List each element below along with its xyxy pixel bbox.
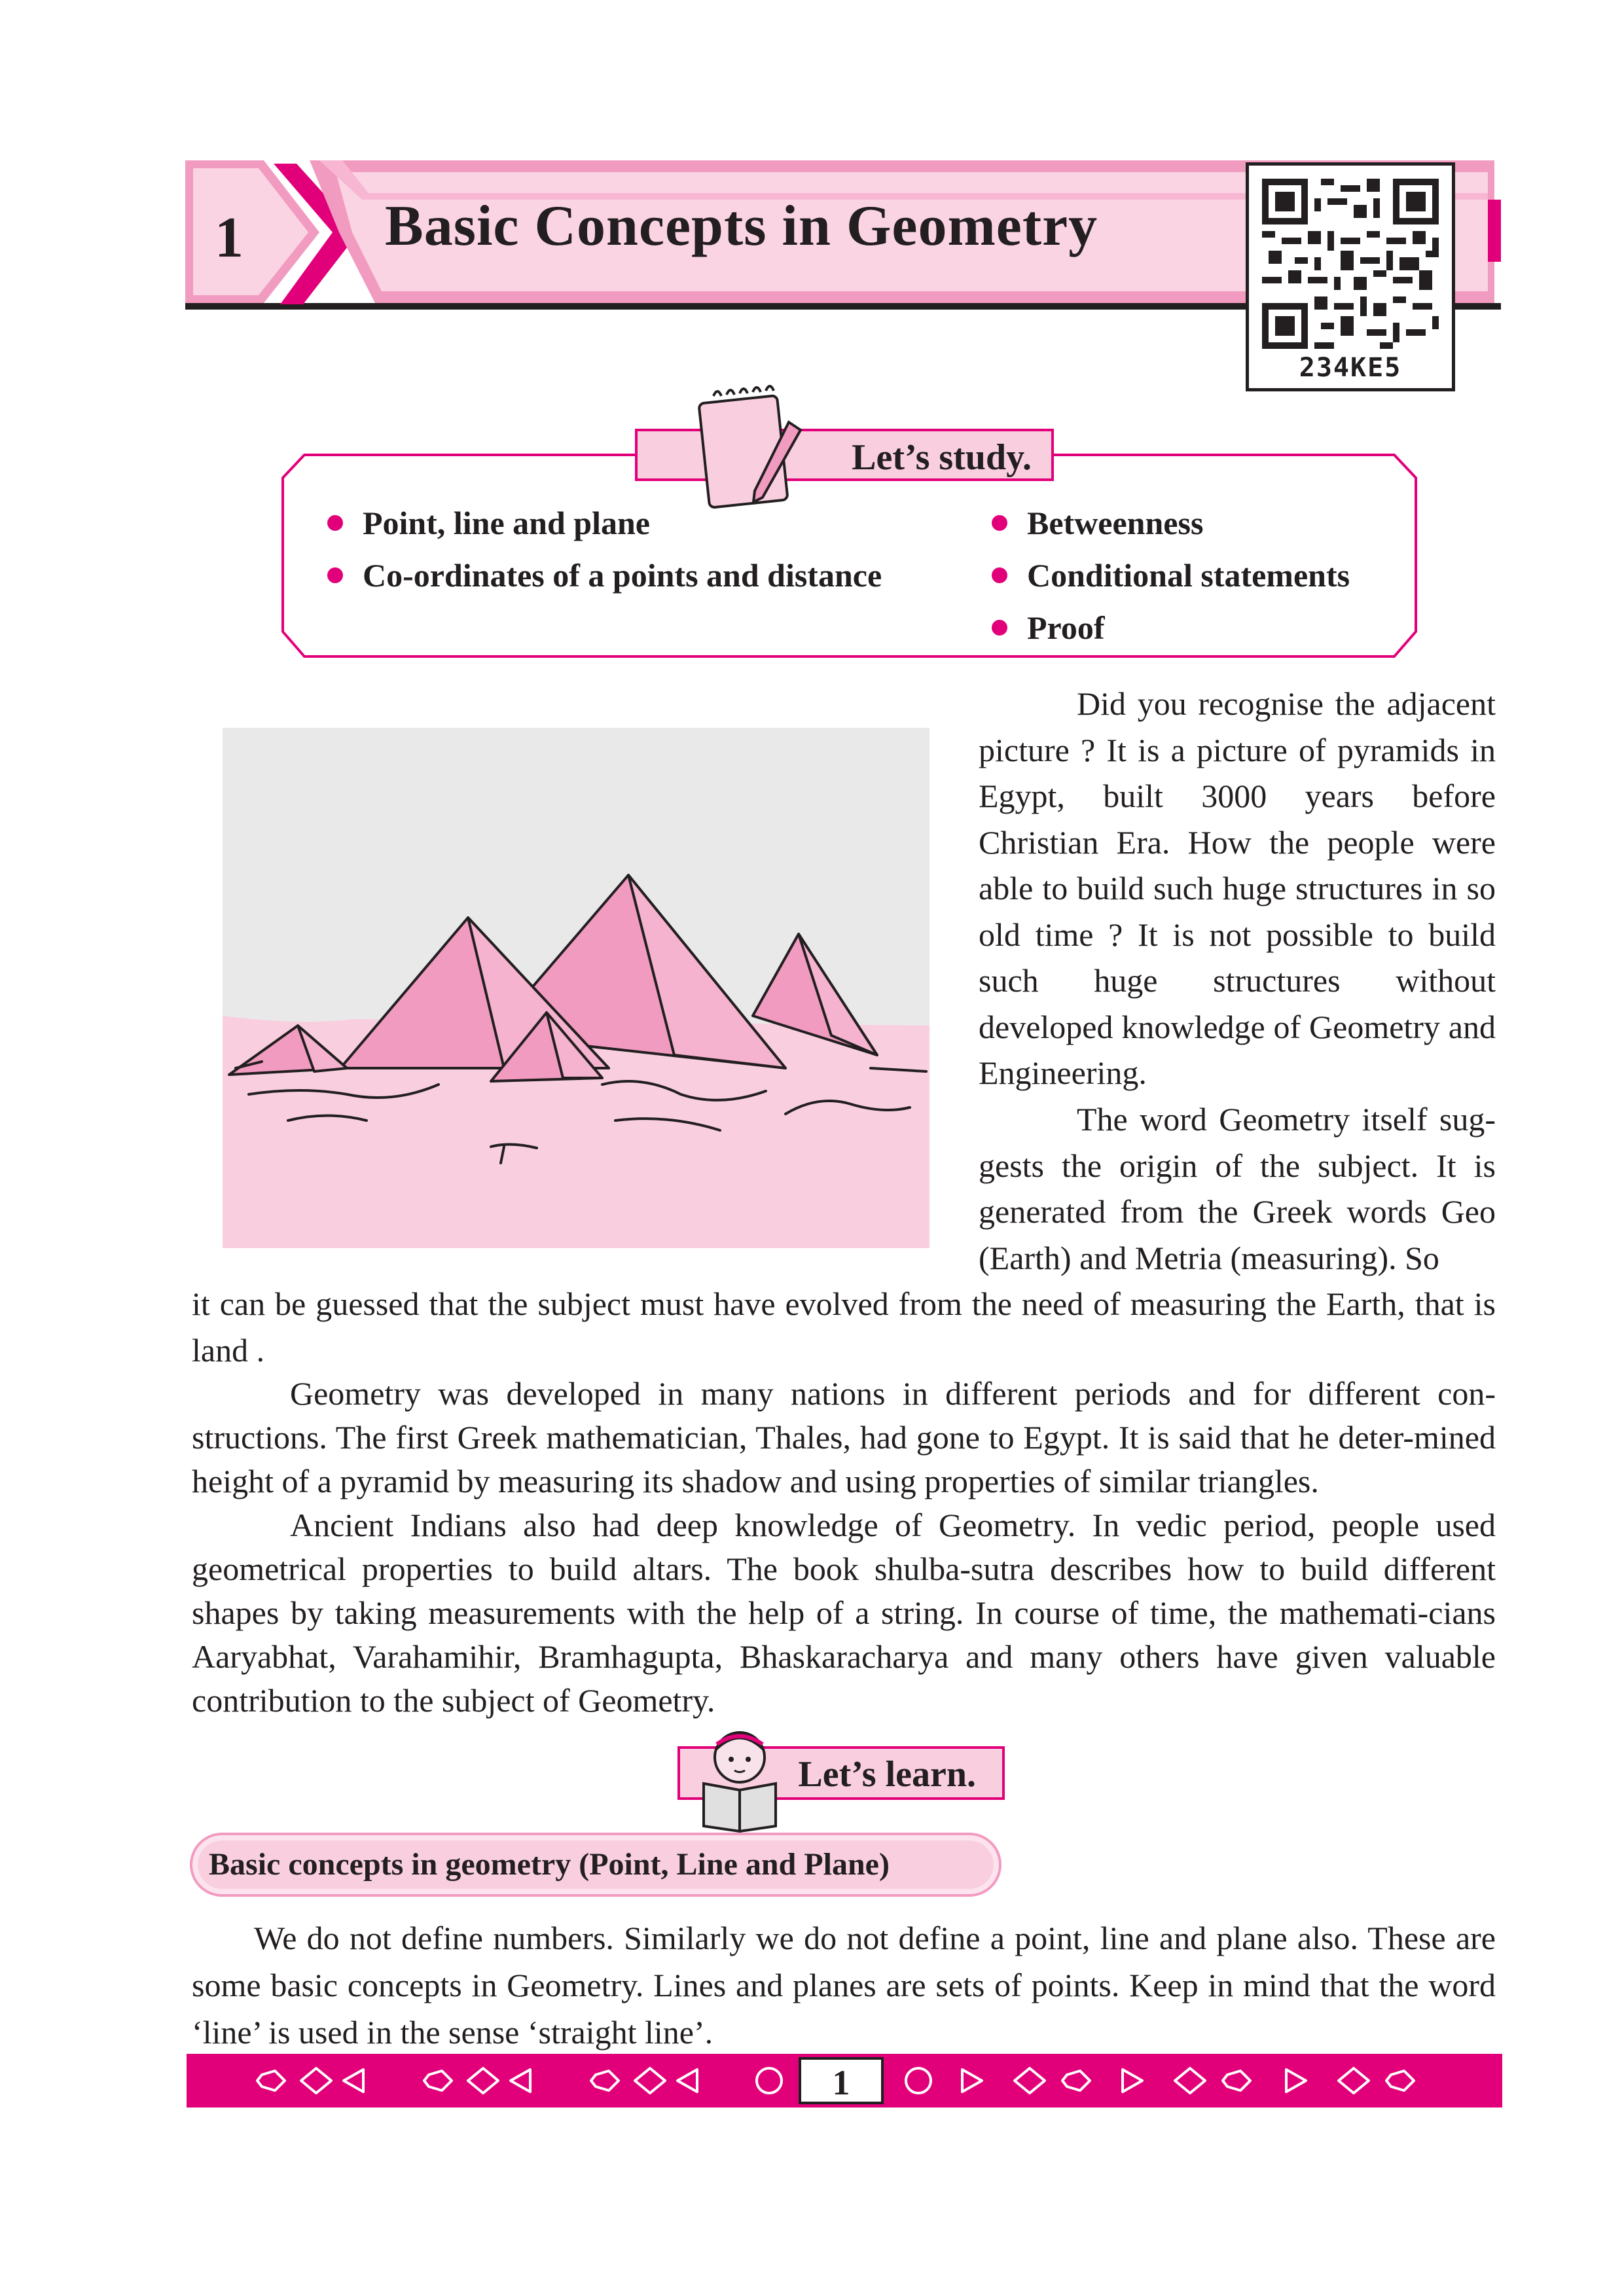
bullet-icon (327, 514, 343, 531)
lets-learn-label: Let’s learn. (798, 1754, 976, 1795)
section-heading-text: Basic concepts in geometry (Point, Line … (209, 1847, 890, 1882)
study-item-betweenness: Betweenness (992, 504, 1203, 542)
body-paragraph-ancient-indians: Ancient Indians also had deep knowledge … (192, 1507, 1496, 1719)
study-item-point-line-plane: Point, line and plane (327, 504, 650, 542)
bullet-icon (992, 619, 1007, 636)
girl-reading-icon (702, 1731, 777, 1833)
qr-code-icon (1262, 179, 1439, 349)
section-heading: Basic concepts in geometry (Point, Line … (190, 1833, 1001, 1897)
page-number-box: 1 (799, 2057, 884, 2104)
study-item-proof: Proof (992, 609, 1104, 647)
page-number: 1 (832, 2063, 850, 2102)
bullet-icon (327, 567, 343, 583)
bullet-icon (992, 514, 1007, 531)
study-item-coordinates: Co-ordinates of a points and distance (327, 556, 882, 594)
notepad-pencil-icon (698, 385, 803, 509)
qr-code[interactable]: 234KE5 (1246, 162, 1455, 391)
lets-study-box: Let’s study. Point, line and plane Co-or… (278, 385, 1420, 661)
chapter-number: 1 (215, 206, 244, 270)
qr-code-text: 234KE5 (1299, 353, 1402, 383)
intro-paragraph-continuation: it can be guessed that the subject must … (192, 1285, 1496, 1369)
chapter-title: Basic Concepts in Geometry (385, 194, 1098, 258)
intro-paragraph-2: The word Geometry itself sug-gests the o… (979, 1101, 1496, 1276)
study-item-conditional-statements: Conditional statements (992, 556, 1350, 594)
lets-study-label: Let’s study. (852, 437, 1032, 478)
intro-paragraph-1: Did you recognise the adjacent picture ?… (979, 685, 1496, 1091)
pyramids-illustration (223, 728, 929, 1248)
body-paragraph-thales: Geometry was developed in many nations i… (192, 1375, 1496, 1499)
section-paragraph: We do not define numbers. Similarly we d… (192, 1920, 1496, 2051)
bullet-icon (992, 567, 1007, 583)
footer-bar: 1 (187, 2054, 1502, 2108)
